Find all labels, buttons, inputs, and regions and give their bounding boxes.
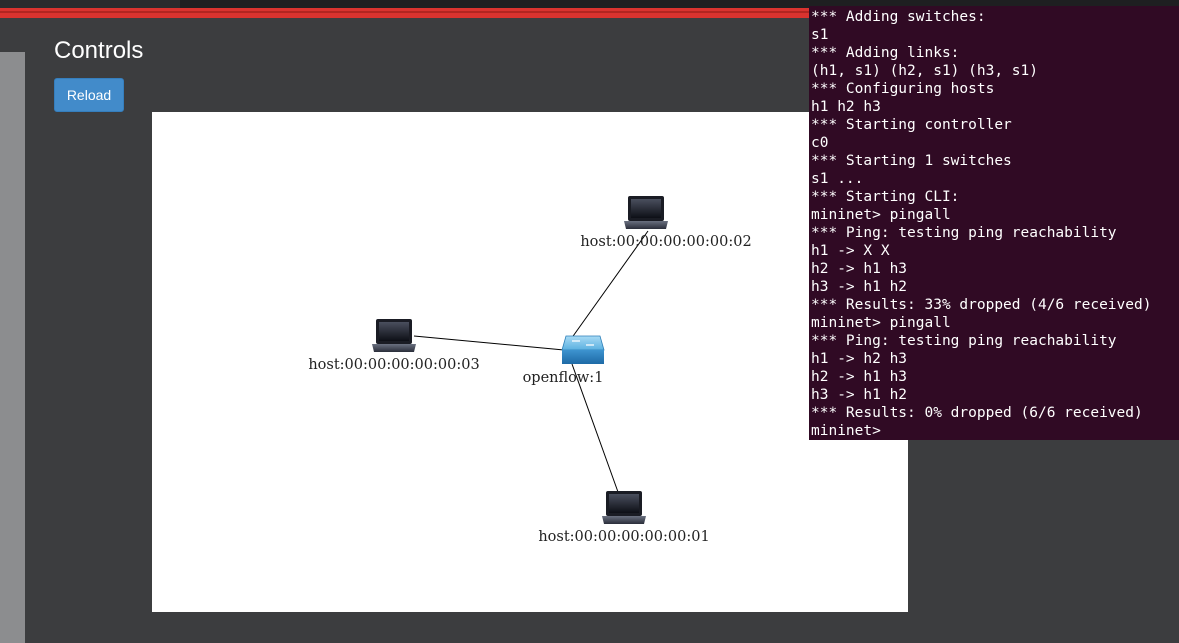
topology-canvas[interactable]: host:00:00:00:00:00:02 host:00:00:00:00:… [152, 112, 908, 612]
terminal-line: c0 [811, 135, 829, 151]
terminal-line: *** Adding links: [811, 45, 960, 61]
terminal-line: h3 -> h1 h2 [811, 387, 908, 403]
terminal-line: *** Ping: testing ping reachability [811, 225, 1117, 241]
host-node-1[interactable]: host:00:00:00:00:00:01 [538, 491, 710, 545]
laptop-icon [602, 491, 646, 524]
host-label-3: host:00:00:00:00:00:03 [308, 357, 479, 373]
switch-node[interactable]: openflow:1 [523, 335, 605, 386]
page-title: Controls [54, 37, 144, 64]
switch-label: openflow:1 [523, 370, 604, 386]
terminal-line: h2 -> h1 h3 [811, 369, 908, 385]
terminal-line: mininet> pingall [811, 207, 951, 223]
terminal-line: (h1, s1) (h2, s1) (h3, s1) [811, 63, 1038, 79]
terminal-output: *** Adding switches: s1 *** Adding links: (… [811, 8, 1151, 440]
terminal-line: h1 -> h2 h3 [811, 351, 908, 367]
switch-icon [561, 335, 605, 364]
terminal-line: h1 h2 h3 [811, 99, 881, 115]
host-label-2: host:00:00:00:00:00:02 [580, 234, 751, 250]
host-node-2[interactable]: host:00:00:00:00:00:02 [580, 196, 752, 250]
terminal-window[interactable]: *** Adding switches: s1 *** Adding links: (… [809, 6, 1179, 440]
terminal-line: h2 -> h1 h3 [811, 261, 908, 277]
host-node-3[interactable]: host:00:00:00:00:00:03 [308, 319, 480, 373]
terminal-line: s1 [811, 27, 829, 43]
terminal-line: *** Adding switches: [811, 9, 986, 25]
terminal-line: *** Results: 33% dropped (4/6 received) [811, 297, 1152, 313]
top-bar-tab [0, 0, 180, 8]
terminal-line: *** Starting CLI: [811, 189, 960, 205]
terminal-line: *** Results: 0% dropped (6/6 received) [811, 405, 1143, 421]
host-label-1: host:00:00:00:00:00:01 [538, 529, 709, 545]
terminal-line: h1 -> X X [811, 243, 890, 259]
laptop-icon [372, 319, 416, 352]
reload-button[interactable]: Reload [54, 78, 124, 112]
terminal-line: *** Starting 1 switches [811, 153, 1012, 169]
terminal-line: *** Starting controller [811, 117, 1012, 133]
terminal-line: mininet> [811, 423, 881, 439]
terminal-line: s1 ... [811, 171, 864, 187]
side-panel [0, 52, 25, 643]
laptop-icon [624, 196, 668, 229]
terminal-line: h3 -> h1 h2 [811, 279, 908, 295]
link-switch-host3 [413, 335, 565, 351]
terminal-line: *** Ping: testing ping reachability [811, 333, 1117, 349]
terminal-line: mininet> pingall [811, 315, 951, 331]
terminal-line: *** Configuring hosts [811, 81, 995, 97]
topology-graph: host:00:00:00:00:00:02 host:00:00:00:00:… [308, 196, 752, 545]
